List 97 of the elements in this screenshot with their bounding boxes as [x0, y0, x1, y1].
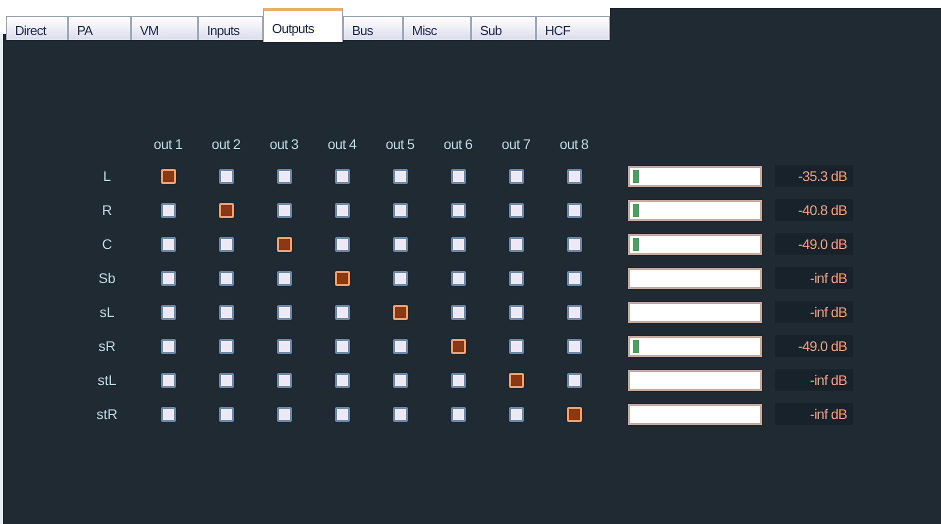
column-header: out 3	[270, 135, 298, 154]
routing-checkbox[interactable]	[218, 236, 234, 252]
routing-checkbox[interactable]	[450, 406, 466, 422]
level-reading: -40.8 dB	[775, 199, 853, 221]
routing-checkbox[interactable]	[160, 168, 176, 184]
column-header: out 5	[386, 135, 414, 154]
routing-checkbox[interactable]	[392, 202, 408, 218]
routing-checkbox[interactable]	[160, 236, 176, 252]
routing-checkbox[interactable]	[218, 304, 234, 320]
routing-checkbox[interactable]	[160, 372, 176, 388]
routing-checkbox[interactable]	[450, 202, 466, 218]
routing-checkbox[interactable]	[392, 304, 408, 320]
level-reading: -35.3 dB	[775, 165, 853, 187]
routing-checkbox[interactable]	[508, 304, 524, 320]
tab[interactable]: VM	[131, 16, 198, 40]
routing-checkbox[interactable]	[334, 338, 350, 354]
routing-checkbox[interactable]	[160, 304, 176, 320]
routing-checkbox[interactable]	[566, 338, 582, 354]
level-reading: -49.0 dB	[775, 335, 853, 357]
routing-checkbox[interactable]	[334, 236, 350, 252]
channel-label: R	[102, 202, 112, 218]
tab[interactable]: Sub	[471, 16, 536, 40]
routing-checkbox[interactable]	[508, 236, 524, 252]
routing-checkbox[interactable]	[392, 270, 408, 286]
tab[interactable]: HCF	[536, 16, 610, 40]
routing-checkbox[interactable]	[218, 168, 234, 184]
routing-checkbox[interactable]	[566, 372, 582, 388]
routing-checkbox[interactable]	[334, 406, 350, 422]
routing-checkbox[interactable]	[334, 304, 350, 320]
column-header: out 8	[560, 135, 588, 154]
routing-checkbox[interactable]	[450, 372, 466, 388]
routing-checkbox[interactable]	[218, 202, 234, 218]
channel-label: stR	[96, 406, 118, 422]
routing-checkbox[interactable]	[218, 338, 234, 354]
routing-checkbox[interactable]	[450, 168, 466, 184]
routing-checkbox[interactable]	[508, 338, 524, 354]
tab[interactable]: Inputs	[198, 16, 263, 40]
routing-checkbox[interactable]	[450, 338, 466, 354]
level-reading: -inf dB	[775, 301, 853, 323]
routing-checkbox[interactable]	[566, 304, 582, 320]
routing-checkbox[interactable]	[508, 372, 524, 388]
routing-checkbox[interactable]	[160, 202, 176, 218]
routing-checkbox[interactable]	[392, 372, 408, 388]
routing-checkbox[interactable]	[334, 168, 350, 184]
routing-checkbox[interactable]	[276, 406, 292, 422]
channel-label: C	[102, 236, 112, 252]
routing-checkbox[interactable]	[276, 168, 292, 184]
channel-label: sR	[98, 338, 116, 354]
routing-checkbox[interactable]	[276, 304, 292, 320]
routing-checkbox[interactable]	[218, 372, 234, 388]
tab[interactable]: Outputs	[263, 8, 343, 42]
routing-checkbox[interactable]	[334, 202, 350, 218]
routing-checkbox[interactable]	[566, 168, 582, 184]
routing-checkbox[interactable]	[392, 406, 408, 422]
routing-checkbox[interactable]	[450, 270, 466, 286]
routing-checkbox[interactable]	[334, 372, 350, 388]
tab[interactable]: Bus	[343, 16, 403, 40]
routing-checkbox[interactable]	[160, 406, 176, 422]
routing-checkbox[interactable]	[450, 304, 466, 320]
routing-checkbox[interactable]	[566, 236, 582, 252]
channel-label: stL	[98, 372, 116, 388]
tab[interactable]: PA	[68, 16, 131, 40]
tab[interactable]: Direct	[6, 16, 68, 40]
routing-checkbox[interactable]	[508, 202, 524, 218]
routing-checkbox[interactable]	[218, 406, 234, 422]
routing-checkbox[interactable]	[566, 270, 582, 286]
routing-checkbox[interactable]	[334, 270, 350, 286]
level-reading: -inf dB	[775, 369, 853, 391]
level-reading: -inf dB	[775, 267, 853, 289]
routing-checkbox[interactable]	[160, 270, 176, 286]
routing-checkbox[interactable]	[218, 270, 234, 286]
column-header: out 4	[328, 135, 356, 154]
column-header: out 1	[154, 135, 182, 154]
routing-checkbox[interactable]	[508, 168, 524, 184]
routing-checkbox[interactable]	[392, 338, 408, 354]
level-reading: -49.0 dB	[775, 233, 853, 255]
routing-checkbox[interactable]	[276, 372, 292, 388]
routing-checkbox[interactable]	[566, 406, 582, 422]
routing-checkbox[interactable]	[508, 406, 524, 422]
routing-checkbox[interactable]	[276, 270, 292, 286]
channel-label: L	[103, 168, 111, 184]
level-reading: -inf dB	[775, 403, 853, 425]
tab[interactable]: Misc	[403, 16, 471, 40]
channel-label: sL	[100, 304, 114, 320]
routing-checkbox[interactable]	[450, 236, 466, 252]
routing-checkbox[interactable]	[160, 338, 176, 354]
routing-checkbox[interactable]	[392, 236, 408, 252]
routing-checkbox[interactable]	[276, 338, 292, 354]
channel-label: Sb	[98, 270, 116, 286]
routing-checkbox[interactable]	[508, 270, 524, 286]
column-header: out 7	[502, 135, 530, 154]
column-header: out 2	[212, 135, 240, 154]
routing-checkbox[interactable]	[566, 202, 582, 218]
routing-checkbox[interactable]	[276, 202, 292, 218]
column-header: out 6	[444, 135, 472, 154]
routing-checkbox[interactable]	[392, 168, 408, 184]
routing-checkbox[interactable]	[276, 236, 292, 252]
